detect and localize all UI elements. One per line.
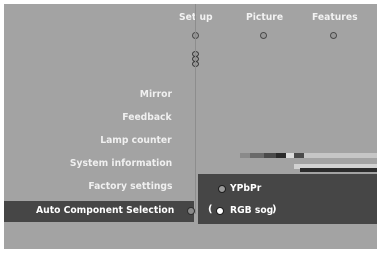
dither-stripe [294,153,304,158]
menu-item-factory-settings[interactable]: Factory settings [88,181,172,192]
selected-item-label: Auto Component Selection [35,205,174,216]
menu-item-auto-component-selection[interactable]: Auto Component Selection [4,201,195,222]
dither-stripe [240,153,250,158]
osd-screen: Set up Picture Features Mirror Feedback … [4,4,377,249]
menu-item-system-information[interactable]: System information [70,158,172,169]
dither-stripe [300,168,377,172]
menu-item-lamp-counter[interactable]: Lamp counter [100,135,172,146]
menu-item-feedback[interactable]: Feedback [123,112,172,123]
right-arrow-icon: ) [272,204,277,215]
tab-features-indicator-icon [330,32,337,39]
dither-stripe [264,153,276,158]
selection-indicator-icon [187,207,195,215]
tab-picture-indicator-icon [260,32,267,39]
menu-item-mirror[interactable]: Mirror [140,89,172,100]
tab-picture[interactable]: Picture [246,12,283,23]
submenu-panel: YPbPr ( RGB sog ) [198,174,377,224]
radio-rgb-sog[interactable] [216,207,224,215]
dither-stripe [276,153,286,158]
tab-features[interactable]: Features [312,12,358,23]
option-ypbpr[interactable]: YPbPr [230,183,261,194]
option-rgb-sog[interactable]: RGB sog [230,205,273,216]
radio-ypbpr[interactable] [218,185,226,193]
left-arrow-icon: ( [208,204,213,215]
dither-stripe [250,153,264,158]
dither-stripe [286,153,294,158]
menu-divider [195,4,196,214]
dither-stripe [304,153,377,158]
